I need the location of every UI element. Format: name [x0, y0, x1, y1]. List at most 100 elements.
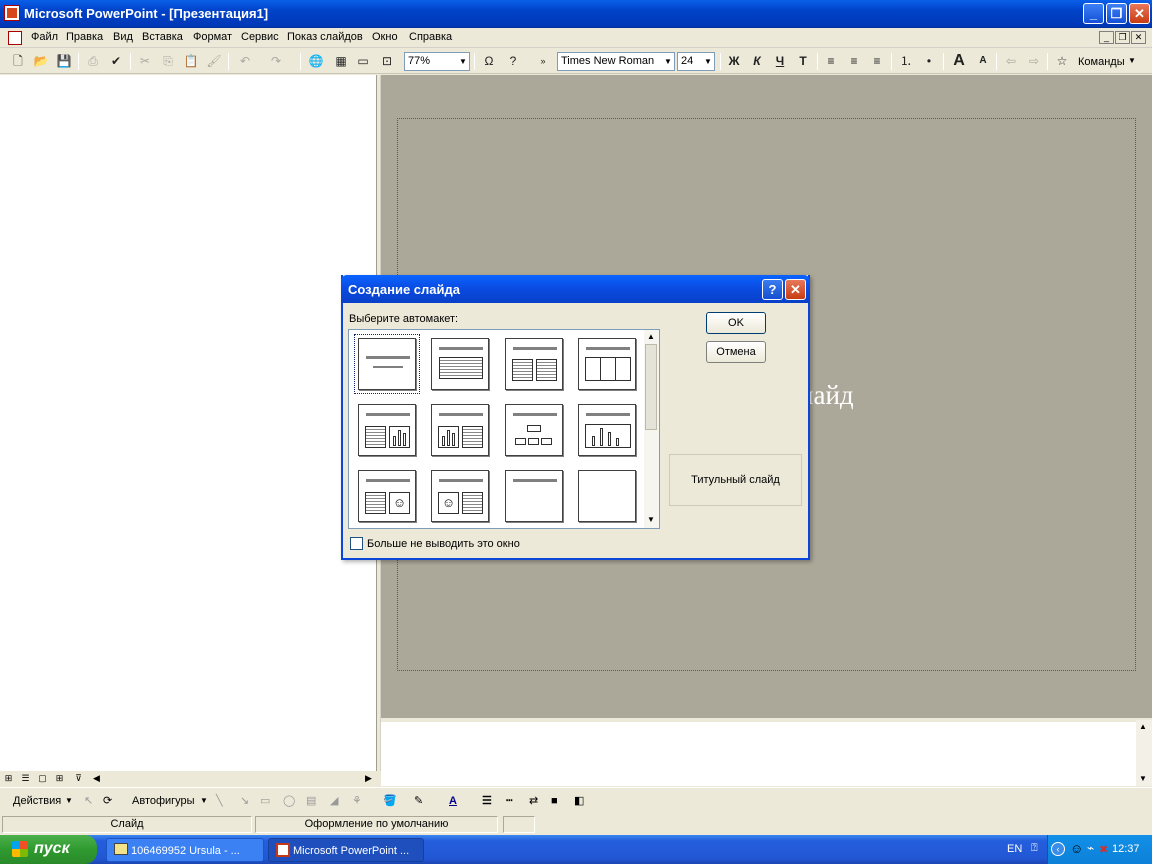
3d-style-icon[interactable]: ◧ — [574, 792, 584, 810]
dialog-titlebar[interactable]: Создание слайда ? ✕ — [341, 275, 810, 303]
slideshow-icon[interactable]: ⊽ — [72, 772, 85, 785]
help-icon[interactable]: ? — [504, 52, 522, 70]
dialog-close-button[interactable]: ✕ — [785, 279, 806, 300]
textbox-icon[interactable]: ▤ — [306, 792, 316, 810]
symbol-icon[interactable]: Ω — [480, 52, 498, 70]
layout-chart[interactable] — [578, 404, 636, 456]
scroll-right-icon[interactable]: ▶ — [362, 772, 375, 785]
arrow-icon[interactable]: ↘ — [240, 792, 249, 810]
dialog-help-button[interactable]: ? — [762, 279, 783, 300]
cut-icon[interactable]: ✂ — [136, 52, 154, 70]
layout-bulleted-list[interactable] — [431, 338, 489, 390]
doc-minimize-button[interactable]: _ — [1099, 31, 1114, 44]
security-alert-icon[interactable]: ✖ — [1099, 843, 1108, 856]
window-titlebar[interactable]: Microsoft PowerPoint - [Презентация1] _ … — [0, 0, 1152, 28]
print-icon[interactable]: ⎙ — [84, 52, 102, 70]
layout-chart-and-text[interactable] — [431, 404, 489, 456]
scroll-left-icon[interactable]: ◀ — [90, 772, 103, 785]
menu-view[interactable]: Вид — [113, 31, 133, 43]
commands-button[interactable]: Команды — [1078, 56, 1125, 68]
increase-font-icon[interactable]: A — [950, 52, 968, 70]
scroll-up-icon[interactable]: ▲ — [647, 332, 655, 341]
hyperlink-icon[interactable]: 🌐 — [307, 52, 325, 70]
task-powerpoint[interactable]: Microsoft PowerPoint ... — [268, 838, 424, 862]
normal-view-icon[interactable]: ⊞ — [2, 772, 15, 785]
menu-tools[interactable]: Сервис — [241, 31, 279, 43]
layout-text-and-clipart[interactable]: ☺ — [358, 470, 416, 522]
clipart-icon[interactable]: ⚘ — [352, 792, 362, 810]
spelling-icon[interactable]: ✔ — [107, 52, 125, 70]
open-icon[interactable]: 📂 — [32, 52, 50, 70]
line-style-icon[interactable]: ☰ — [482, 792, 492, 810]
layout-table[interactable] — [578, 338, 636, 390]
redo-icon[interactable]: ↷ — [267, 52, 285, 70]
menu-slideshow[interactable]: Показ слайдов — [287, 31, 363, 43]
scroll-thumb[interactable] — [645, 344, 657, 430]
tray-expand-icon[interactable]: ‹ — [1051, 842, 1065, 856]
italic-button[interactable]: К — [748, 52, 766, 70]
copy-icon[interactable]: ⎘ — [159, 52, 177, 70]
layout-clipart-and-text[interactable]: ☺ — [431, 470, 489, 522]
new-icon[interactable]: 🗋 — [9, 52, 27, 70]
smiley-icon[interactable]: ☺ — [1070, 841, 1083, 856]
new-slide-icon[interactable]: ⊡ — [378, 52, 396, 70]
align-left-icon[interactable]: ≡ — [822, 52, 840, 70]
underline-button[interactable]: Ч — [771, 52, 789, 70]
menu-window[interactable]: Окно — [372, 31, 398, 43]
decrease-font-icon[interactable]: A — [974, 52, 992, 70]
menu-edit[interactable]: Правка — [66, 31, 103, 43]
promote-icon[interactable]: ⇦ — [1002, 52, 1020, 70]
undo-icon[interactable]: ↶ — [236, 52, 254, 70]
fill-color-icon[interactable]: 🪣 — [383, 792, 397, 810]
toolbar-options-icon[interactable]: » — [534, 52, 552, 70]
tray-help-icon[interactable]: ⍰ — [1031, 842, 1038, 855]
line-color-icon[interactable]: ✎ — [414, 792, 423, 810]
scroll-down-icon[interactable]: ▼ — [647, 515, 655, 524]
zoom-combo[interactable]: 77% ▼ — [404, 52, 470, 71]
layout-title-only[interactable] — [505, 470, 563, 522]
document-icon[interactable] — [8, 31, 22, 45]
align-center-icon[interactable]: ≡ — [845, 52, 863, 70]
arrow-style-icon[interactable]: ⇄ — [529, 792, 538, 810]
layout-scrollbar[interactable]: ▲ ▼ — [644, 330, 659, 528]
layout-title-slide[interactable] — [354, 334, 420, 394]
align-right-icon[interactable]: ≡ — [868, 52, 886, 70]
scroll-up-icon[interactable]: ▲ — [1139, 722, 1147, 731]
outline-pane[interactable] — [0, 75, 376, 771]
oval-icon[interactable]: ◯ — [283, 792, 295, 810]
line-icon[interactable]: ╲ — [216, 792, 223, 810]
format-painter-icon[interactable]: 🖌 — [205, 52, 223, 70]
menu-file[interactable]: Файл — [31, 31, 58, 43]
autoshapes-menu[interactable]: Автофигуры — [132, 792, 195, 810]
chevron-down-icon[interactable]: ▼ — [1128, 56, 1136, 65]
menu-format[interactable]: Формат — [193, 31, 232, 43]
bullets-icon[interactable]: • — [920, 52, 938, 70]
outline-view-icon[interactable]: ☰ — [19, 772, 32, 785]
language-indicator[interactable]: EN — [1007, 843, 1022, 855]
cancel-button[interactable]: Отмена — [706, 341, 766, 363]
minimize-button[interactable]: _ — [1083, 3, 1104, 24]
slide-view-icon[interactable]: ▢ — [36, 772, 49, 785]
layout-org-chart[interactable] — [505, 404, 563, 456]
shadow-style-icon[interactable]: ■ — [551, 792, 558, 810]
shadow-button[interactable]: Т — [794, 52, 812, 70]
ok-button[interactable]: OK — [706, 312, 766, 334]
free-rotate-icon[interactable]: ⟳ — [103, 792, 112, 810]
numbering-icon[interactable]: ⒈ — [897, 52, 915, 70]
rectangle-icon[interactable]: ▭ — [260, 792, 270, 810]
font-name-combo[interactable]: Times New Roman ▼ — [557, 52, 675, 71]
dash-style-icon[interactable]: ┅ — [506, 792, 513, 810]
table-icon[interactable]: ▦ — [332, 52, 350, 70]
layout-text-and-chart[interactable] — [358, 404, 416, 456]
design-star-icon[interactable]: ☆ — [1053, 52, 1071, 70]
font-color-icon[interactable]: A — [449, 792, 457, 810]
scroll-down-icon[interactable]: ▼ — [1139, 774, 1147, 783]
slide-sorter-icon[interactable]: ⊞ — [53, 772, 66, 785]
font-size-combo[interactable]: 24 ▼ — [677, 52, 715, 71]
save-icon[interactable]: 💾 — [55, 52, 73, 70]
restore-button[interactable]: ❐ — [1106, 3, 1127, 24]
network-icon[interactable]: ⌁ — [1087, 841, 1094, 855]
demote-icon[interactable]: ⇨ — [1025, 52, 1043, 70]
actions-menu[interactable]: Действия — [13, 792, 61, 810]
close-button[interactable]: ✕ — [1129, 3, 1150, 24]
